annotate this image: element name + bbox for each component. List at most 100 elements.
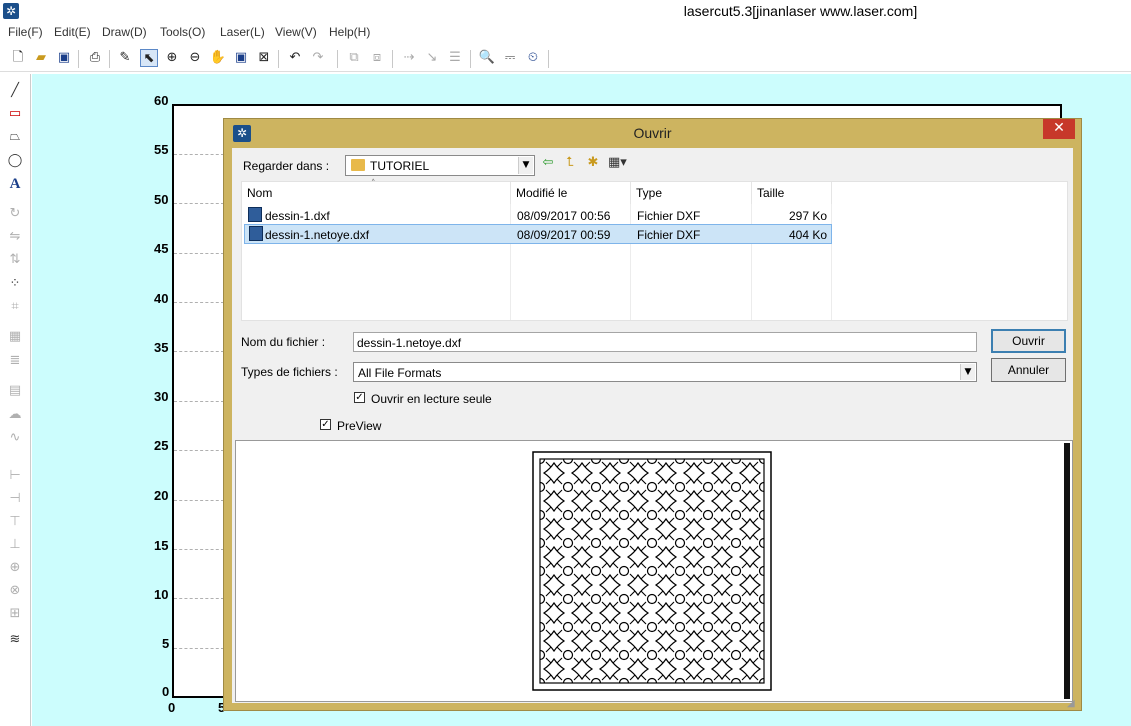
menu-tools[interactable]: Tools(O) [160, 25, 205, 39]
look-in-value: TUTORIEL [370, 159, 430, 173]
center-horizontal-icon[interactable]: ⊕ [6, 559, 24, 577]
zoom-out-icon[interactable]: ⊖ [186, 49, 204, 67]
center-both-icon[interactable]: ⊞ [6, 605, 24, 623]
text-tool-icon[interactable]: A [6, 175, 24, 193]
rectangle-tool-icon[interactable]: ▭ [6, 105, 24, 123]
arrow-right-icon[interactable]: ⇢ [400, 49, 418, 67]
new-file-icon[interactable]: 🗋 [9, 49, 27, 67]
preview-label: PreView [337, 419, 382, 433]
polyline-tool-icon[interactable]: ⏢ [6, 128, 24, 146]
flip-tool-icon[interactable]: ⇅ [6, 251, 24, 269]
sort-up-icon: ˄ [371, 179, 376, 189]
menu-laser[interactable]: Laser(L) [220, 25, 265, 39]
dialog-body: Regarder dans : TUTORIEL ▼ ⇦ ⮤ ✱ ▦▾ Nom … [232, 148, 1073, 703]
dxf-file-icon [248, 207, 262, 222]
look-in-label: Regarder dans : [243, 159, 330, 173]
node-edit-icon[interactable]: ⁘ [6, 275, 24, 293]
ellipse-tool-icon[interactable]: ◯ [6, 152, 24, 170]
align-bottom-icon[interactable]: ⊥ [6, 536, 24, 554]
y-label-45: 45 [154, 241, 169, 256]
folder-icon [351, 159, 365, 171]
preview-pane [235, 440, 1073, 702]
y-label-55: 55 [154, 142, 169, 157]
align-right-icon[interactable]: ⊣ [6, 490, 24, 508]
node-list-icon[interactable]: ☰ [446, 49, 464, 67]
cloud-tool-icon[interactable]: ☁ [6, 406, 24, 424]
align-top-icon[interactable]: ⊤ [6, 513, 24, 531]
file-modified: 08/09/2017 00:59 [517, 228, 611, 242]
dialog-title: Ouvrir [633, 125, 672, 141]
menu-draw[interactable]: Draw(D) [102, 25, 147, 39]
file-type: Fichier DXF [637, 228, 701, 242]
array-tool-icon[interactable]: ▦ [6, 328, 24, 346]
cancel-button[interactable]: Annuler [991, 358, 1066, 382]
zoom-in-icon[interactable]: ⊕ [163, 49, 181, 67]
group-icon[interactable]: ⧉ [345, 49, 363, 67]
resize-grip-icon[interactable]: ◢ [1067, 698, 1077, 709]
align-tool-icon[interactable]: ≣ [6, 352, 24, 370]
readonly-label: Ouvrir en lecture seule [371, 392, 492, 406]
file-row-selected[interactable]: dessin-1.netoye.dxf 08/09/2017 00:59 Fic… [244, 224, 832, 244]
column-header-name[interactable]: Nom [242, 182, 511, 204]
preview-checkbox[interactable]: ✓ [320, 419, 331, 430]
file-list[interactable]: Nom Modifié le Type Taille ˄ dessin-1.dx… [241, 179, 1068, 321]
open-button[interactable]: Ouvrir [991, 329, 1066, 353]
mirror-tool-icon[interactable]: ⇋ [6, 228, 24, 246]
ungroup-icon[interactable]: ⧈ [368, 49, 386, 67]
line-tool-icon[interactable]: ╱ [6, 82, 24, 100]
column-header-modified[interactable]: Modifié le [511, 182, 631, 204]
filename-input[interactable]: dessin-1.netoye.dxf [353, 332, 977, 352]
menu-file[interactable]: File(F) [8, 25, 43, 39]
x-label-0: 0 [168, 700, 176, 715]
dxf-file-icon [249, 226, 263, 241]
rotate-tool-icon[interactable]: ↻ [6, 205, 24, 223]
align-left-icon[interactable]: ⊢ [6, 467, 24, 485]
print-icon[interactable]: ⎙ [86, 49, 104, 67]
chevron-down-icon[interactable]: ▼ [518, 157, 533, 174]
curve-tool-icon[interactable]: ∿ [6, 429, 24, 447]
dxf-preview-image [532, 451, 772, 691]
brush-icon[interactable]: ✎ [116, 49, 134, 67]
layers-icon[interactable]: ≋ [6, 631, 24, 649]
timer-icon[interactable]: ⏲ [524, 49, 542, 67]
menu-bar: File(F) Edit(E) Draw(D) Tools(O) Laser(L… [0, 22, 1131, 42]
laser-machine-icon[interactable]: ⎓ [501, 49, 519, 67]
close-icon[interactable]: ✕ [1043, 119, 1075, 139]
up-folder-icon[interactable]: ⮤ [561, 154, 579, 172]
view-menu-icon[interactable]: ▦▾ [608, 154, 627, 172]
back-arrow-icon[interactable]: ⇦ [539, 154, 557, 172]
open-folder-icon[interactable]: ▰ [32, 49, 50, 67]
filetype-label: Types de fichiers : [241, 365, 338, 379]
center-vertical-icon[interactable]: ⊗ [6, 582, 24, 600]
crop-tool-icon[interactable]: ⌗ [6, 298, 24, 316]
undo-icon[interactable]: ↶ [286, 49, 304, 67]
file-row[interactable]: dessin-1.dxf 08/09/2017 00:56 Fichier DX… [244, 206, 832, 225]
file-size: 404 Ko [789, 228, 828, 242]
preview-scrollbar[interactable] [1064, 443, 1070, 699]
dialog-titlebar[interactable]: ✲ Ouvrir ✕ [224, 119, 1081, 147]
file-modified: 08/09/2017 00:56 [517, 209, 611, 223]
zoom-page-icon[interactable]: ▣ [232, 49, 250, 67]
print-preview-icon[interactable]: 🔍 [478, 49, 496, 67]
new-folder-icon[interactable]: ✱ [584, 154, 602, 172]
redo-icon[interactable]: ↷ [309, 49, 327, 67]
save-icon[interactable]: ▣ [55, 49, 73, 67]
file-name: dessin-1.netoye.dxf [265, 228, 370, 242]
ruler-tool-icon[interactable]: ▤ [6, 382, 24, 400]
menu-help[interactable]: Help(H) [329, 25, 370, 39]
pan-hand-icon[interactable]: ✋ [209, 49, 227, 67]
menu-edit[interactable]: Edit(E) [54, 25, 91, 39]
filetype-dropdown[interactable]: All File Formats ▼ [353, 362, 977, 382]
diagonal-line-icon[interactable]: ↘ [423, 49, 441, 67]
zoom-fit-icon[interactable]: ⊠ [255, 49, 273, 67]
chevron-down-icon[interactable]: ▼ [960, 364, 975, 380]
column-header-type[interactable]: Type [631, 182, 752, 204]
menu-view[interactable]: View(V) [275, 25, 317, 39]
filename-label: Nom du fichier : [241, 335, 326, 349]
filetype-value: All File Formats [358, 366, 442, 380]
readonly-checkbox[interactable]: ✓ [354, 392, 365, 403]
select-icon[interactable]: ⬉ [140, 49, 158, 67]
look-in-dropdown[interactable]: TUTORIEL ▼ [345, 155, 535, 176]
column-header-size[interactable]: Taille [752, 182, 832, 204]
file-type: Fichier DXF [637, 209, 701, 223]
